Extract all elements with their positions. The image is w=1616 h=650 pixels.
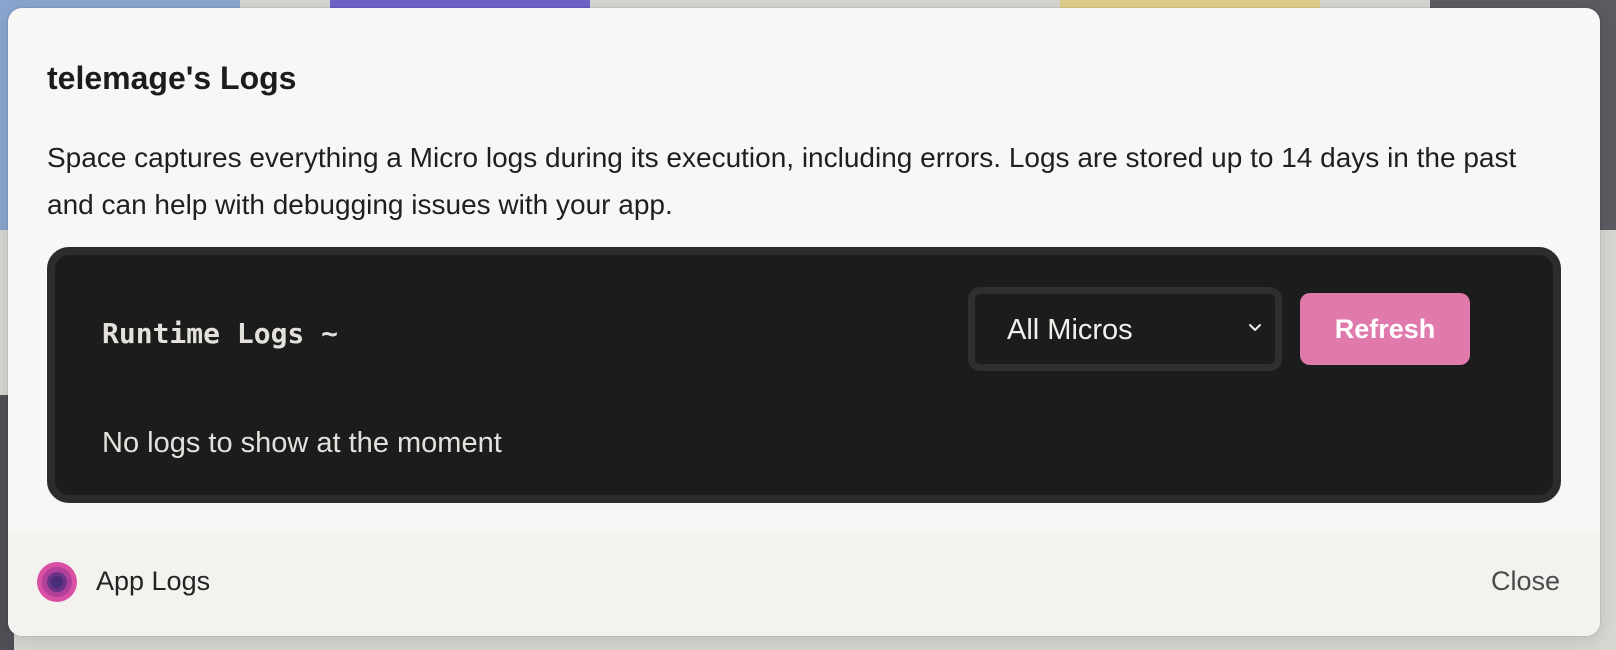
refresh-button[interactable]: Refresh (1300, 293, 1470, 365)
empty-logs-message: No logs to show at the moment (102, 427, 502, 459)
logs-modal: telemage's Logs Space captures everythin… (8, 8, 1600, 636)
app-logs-icon (37, 562, 77, 602)
modal-title: telemage's Logs (47, 60, 297, 96)
modal-description: Space captures everything a Micro logs d… (47, 142, 1517, 220)
micro-filter-select[interactable]: All Micros (968, 287, 1282, 371)
app-name-label: App Logs (96, 566, 211, 596)
runtime-logs-panel: Runtime Logs ~ All Micros Refresh No log… (47, 247, 1561, 503)
modal-footer: App Logs Close (8, 533, 1600, 636)
chevron-down-icon (1249, 324, 1261, 331)
runtime-logs-title: Runtime Logs ~ (102, 317, 339, 350)
micro-filter-value: All Micros (1007, 314, 1133, 346)
close-button[interactable]: Close (1491, 566, 1560, 597)
